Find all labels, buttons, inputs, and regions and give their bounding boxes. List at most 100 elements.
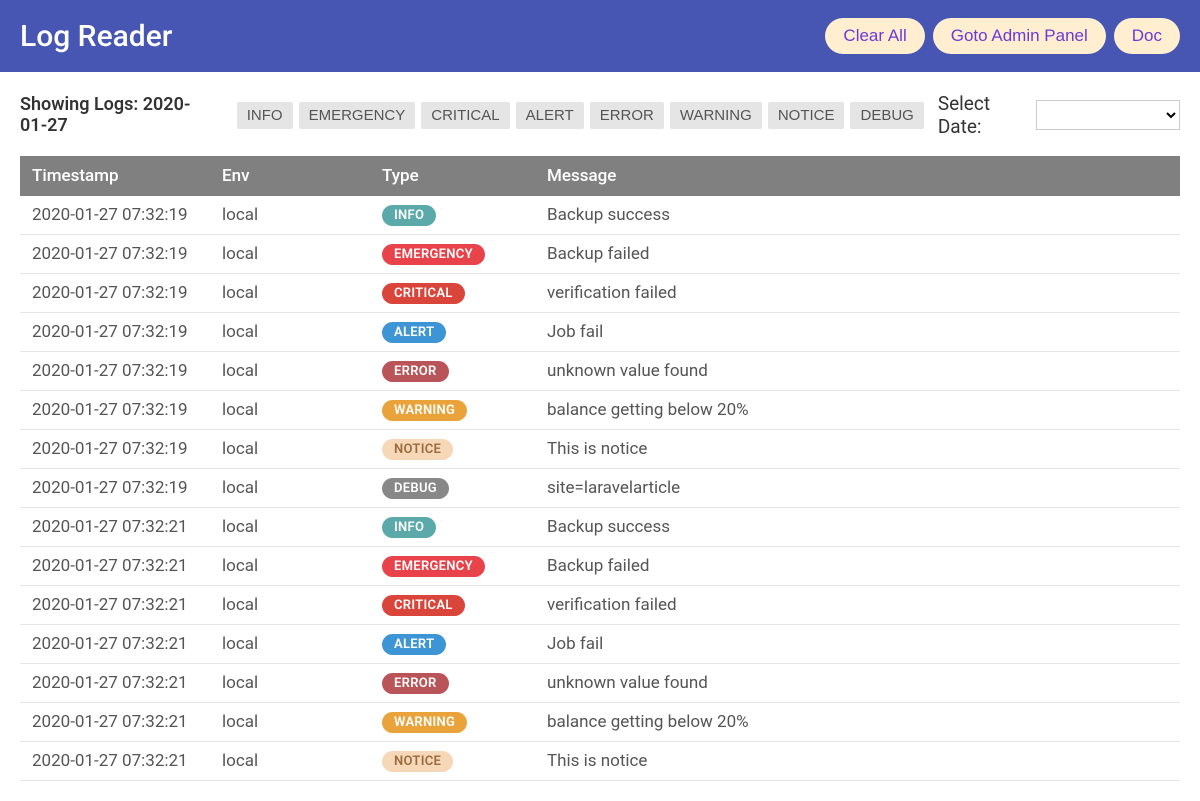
cell-type: EMERGENCY — [370, 547, 535, 586]
cell-type: EMERGENCY — [370, 235, 535, 274]
type-badge: NOTICE — [382, 751, 453, 772]
cell-env: local — [210, 586, 370, 625]
type-badge: WARNING — [382, 712, 467, 733]
filter-group: INFOEMERGENCYCRITICAL ALERTERRORWARNINGNO… — [237, 102, 924, 129]
filter-alert[interactable]: ALERT — [516, 102, 584, 129]
col-env: Env — [210, 156, 370, 196]
cell-env: local — [210, 430, 370, 469]
cell-timestamp: 2020-01-27 07:32:19 — [20, 196, 210, 235]
table-row: 2020-01-27 07:32:21localCRITICALverifica… — [20, 586, 1180, 625]
table-row: 2020-01-27 07:32:21localWARNINGbalance g… — [20, 703, 1180, 742]
cell-message: balance getting below 20% — [535, 391, 1180, 430]
table-row: 2020-01-27 07:32:21localALERTJob fail — [20, 625, 1180, 664]
type-badge: DEBUG — [382, 478, 449, 499]
cell-env: local — [210, 508, 370, 547]
goto-admin-panel-button[interactable]: Goto Admin Panel — [933, 18, 1106, 54]
type-badge: WARNING — [382, 400, 467, 421]
type-badge: CRITICAL — [382, 283, 465, 304]
cell-type: CRITICAL — [370, 586, 535, 625]
cell-message: balance getting below 20% — [535, 703, 1180, 742]
cell-type: ALERT — [370, 313, 535, 352]
type-badge: ERROR — [382, 361, 449, 382]
cell-message: Backup failed — [535, 547, 1180, 586]
cell-timestamp: 2020-01-27 07:32:19 — [20, 352, 210, 391]
table-row: 2020-01-27 07:32:19local NOTICE This is no… — [20, 430, 1180, 469]
cell-message: Backup success — [535, 196, 1180, 235]
toolbar: Showing Logs: 2020-01-27 INFOEMERGENCYCR… — [20, 92, 1180, 138]
cell-type: ERROR — [370, 352, 535, 391]
cell-message: Job fail — [535, 313, 1180, 352]
cell-message: This is notice — [535, 742, 1180, 781]
cell-env: local — [210, 313, 370, 352]
cell-message: Backup success — [535, 508, 1180, 547]
cell-message: This is notice — [535, 430, 1180, 469]
cell-timestamp: 2020-01-27 07:32:19 — [20, 430, 210, 469]
type-badge: CRITICAL — [382, 595, 465, 616]
filter-info[interactable]: INFO — [237, 102, 293, 129]
cell-type: WARNING — [370, 391, 535, 430]
log-table: Timestamp Env Type Message 2020-01-27 07… — [20, 156, 1180, 781]
cell-timestamp: 2020-01-27 07:32:19 — [20, 274, 210, 313]
table-row: 2020-01-27 07:32:21localERRORunknown val… — [20, 664, 1180, 703]
cell-env: local — [210, 391, 370, 430]
app-title: Log Reader — [20, 19, 172, 54]
filter-critical[interactable]: CRITICAL — [421, 102, 509, 129]
cell-message: verification failed — [535, 586, 1180, 625]
cell-timestamp: 2020-01-27 07:32:21 — [20, 703, 210, 742]
cell-type: CRITICAL — [370, 274, 535, 313]
table-row: 2020-01-27 07:32:19localEMERGENCYBackup … — [20, 235, 1180, 274]
cell-env: local — [210, 352, 370, 391]
cell-env: local — [210, 625, 370, 664]
cell-timestamp: 2020-01-27 07:32:19 — [20, 469, 210, 508]
cell-message: unknown value found — [535, 664, 1180, 703]
filter-warning[interactable]: WARNING — [670, 102, 762, 129]
filter-debug[interactable]: DEBUG — [850, 102, 923, 129]
main: Showing Logs: 2020-01-27 INFOEMERGENCYCR… — [0, 72, 1200, 801]
cell-env: local — [210, 469, 370, 508]
table-row: 2020-01-27 07:32:19local CRITICAL verifica… — [20, 274, 1180, 313]
table-row: 2020-01-27 07:32:21localEMERGENCYBackup … — [20, 547, 1180, 586]
cell-type: DEBUG — [370, 469, 535, 508]
cell-type: INFO — [370, 196, 535, 235]
date-label: Select Date: — [938, 92, 1028, 138]
filter-error[interactable]: ERROR — [590, 102, 664, 129]
type-badge: EMERGENCY — [382, 556, 485, 577]
cell-timestamp: 2020-01-27 07:32:19 — [20, 391, 210, 430]
type-badge: ALERT — [382, 322, 446, 343]
table-row: 2020-01-27 07:32:19localINFOBackup succe… — [20, 196, 1180, 235]
clear-all-button[interactable]: Clear All — [825, 18, 924, 54]
cell-message: Job fail — [535, 625, 1180, 664]
cell-timestamp: 2020-01-27 07:32:21 — [20, 742, 210, 781]
cell-timestamp: 2020-01-27 07:32:21 — [20, 664, 210, 703]
cell-message: verification failed — [535, 274, 1180, 313]
table-row: 2020-01-27 07:32:19local ERROR unknown val… — [20, 352, 1180, 391]
cell-env: local — [210, 196, 370, 235]
filter-emergency[interactable]: EMERGENCY — [299, 102, 416, 129]
showing-label: Showing Logs: 2020-01-27 — [20, 94, 217, 136]
filter-notice[interactable]: NOTICE — [768, 102, 845, 129]
cell-message: Backup failed — [535, 235, 1180, 274]
type-badge: EMERGENCY — [382, 244, 485, 265]
table-row: 2020-01-27 07:32:19localDEBUGsite=larave… — [20, 469, 1180, 508]
cell-env: local — [210, 274, 370, 313]
table-row: 2020-01-27 07:32:19local WARNING balance g… — [20, 391, 1180, 430]
type-badge: ERROR — [382, 673, 449, 694]
doc-button[interactable]: Doc — [1114, 18, 1180, 54]
cell-type: ERROR — [370, 664, 535, 703]
date-select[interactable] — [1036, 100, 1180, 130]
cell-env: local — [210, 742, 370, 781]
cell-type: INFO — [370, 508, 535, 547]
header-actions: Clear All Goto Admin Panel Doc — [825, 18, 1180, 54]
col-type: Type — [370, 156, 535, 196]
date-picker: Select Date: — [938, 92, 1180, 138]
cell-message: unknown value found — [535, 352, 1180, 391]
table-row: 2020-01-27 07:32:21localINFOBackup succe… — [20, 508, 1180, 547]
table-row: 2020-01-27 07:32:19localALERTJob fail — [20, 313, 1180, 352]
type-badge: NOTICE — [382, 439, 453, 460]
cell-type: ALERT — [370, 625, 535, 664]
cell-timestamp: 2020-01-27 07:32:21 — [20, 547, 210, 586]
cell-env: local — [210, 235, 370, 274]
type-badge: ALERT — [382, 634, 446, 655]
cell-type: NOTICE — [370, 742, 535, 781]
cell-type: NOTICE — [370, 430, 535, 469]
